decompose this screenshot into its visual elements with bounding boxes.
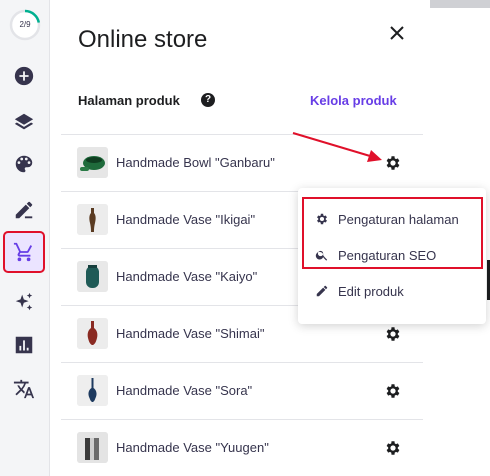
product-row[interactable]: Handmade Bowl "Ganbaru" xyxy=(61,135,423,192)
edit-button[interactable] xyxy=(5,191,43,229)
product-settings-button[interactable] xyxy=(384,154,402,172)
gear-icon xyxy=(386,384,400,398)
highlight-box xyxy=(302,197,483,269)
add-section-button[interactable] xyxy=(5,57,43,95)
layers-button[interactable] xyxy=(5,103,43,141)
bar-chart-icon xyxy=(15,336,33,354)
product-settings-button[interactable] xyxy=(384,382,402,400)
product-name: Handmade Vase "Ikigai" xyxy=(116,212,256,227)
analytics-button[interactable] xyxy=(5,326,43,364)
manage-products-link[interactable]: Kelola produk xyxy=(310,93,397,108)
product-thumbnail xyxy=(77,432,108,463)
gear-icon xyxy=(386,327,400,341)
translate-icon xyxy=(13,379,35,399)
section-label: Halaman produk xyxy=(78,93,180,108)
sparkles-icon xyxy=(15,292,33,311)
online-store-button[interactable] xyxy=(3,231,45,273)
pencil-icon xyxy=(15,201,33,219)
panel-title: Online store xyxy=(78,26,208,53)
left-sidebar: 2/9 xyxy=(0,0,50,476)
product-row[interactable]: Handmade Vase "Sora" xyxy=(61,363,423,420)
edit-product-menu-item[interactable]: Edit produk xyxy=(298,273,486,309)
product-name: Handmade Vase "Sora" xyxy=(116,383,253,398)
product-thumbnail xyxy=(77,318,108,349)
product-name: Handmade Vase "Yuugen" xyxy=(116,440,269,455)
product-thumbnail xyxy=(77,204,108,235)
product-thumbnail xyxy=(77,147,108,178)
product-thumbnail xyxy=(77,375,108,406)
product-name: Handmade Vase "Shimai" xyxy=(116,326,265,341)
product-row[interactable]: Handmade Vase "Yuugen" xyxy=(61,420,423,476)
background-page-header xyxy=(430,0,490,8)
layers-icon xyxy=(14,113,34,130)
close-button[interactable] xyxy=(386,22,408,44)
product-name: Handmade Bowl "Ganbaru" xyxy=(116,155,275,170)
help-icon[interactable]: ? xyxy=(201,93,215,107)
product-thumbnail xyxy=(77,261,108,292)
product-settings-button[interactable] xyxy=(384,439,402,457)
close-icon xyxy=(390,26,404,40)
translate-button[interactable] xyxy=(5,370,43,408)
gear-icon xyxy=(386,441,400,455)
gear-icon xyxy=(386,156,400,170)
plus-circle-icon xyxy=(14,66,34,86)
pencil-icon xyxy=(316,285,328,297)
product-settings-button[interactable] xyxy=(384,325,402,343)
ai-tools-button[interactable] xyxy=(5,283,43,321)
palette-icon xyxy=(15,155,33,173)
menu-item-label: Edit produk xyxy=(338,283,404,299)
progress-text: 2/9 xyxy=(19,20,31,29)
cart-icon xyxy=(13,242,33,262)
styles-button[interactable] xyxy=(5,145,43,183)
product-name: Handmade Vase "Kaiyo" xyxy=(116,269,258,284)
